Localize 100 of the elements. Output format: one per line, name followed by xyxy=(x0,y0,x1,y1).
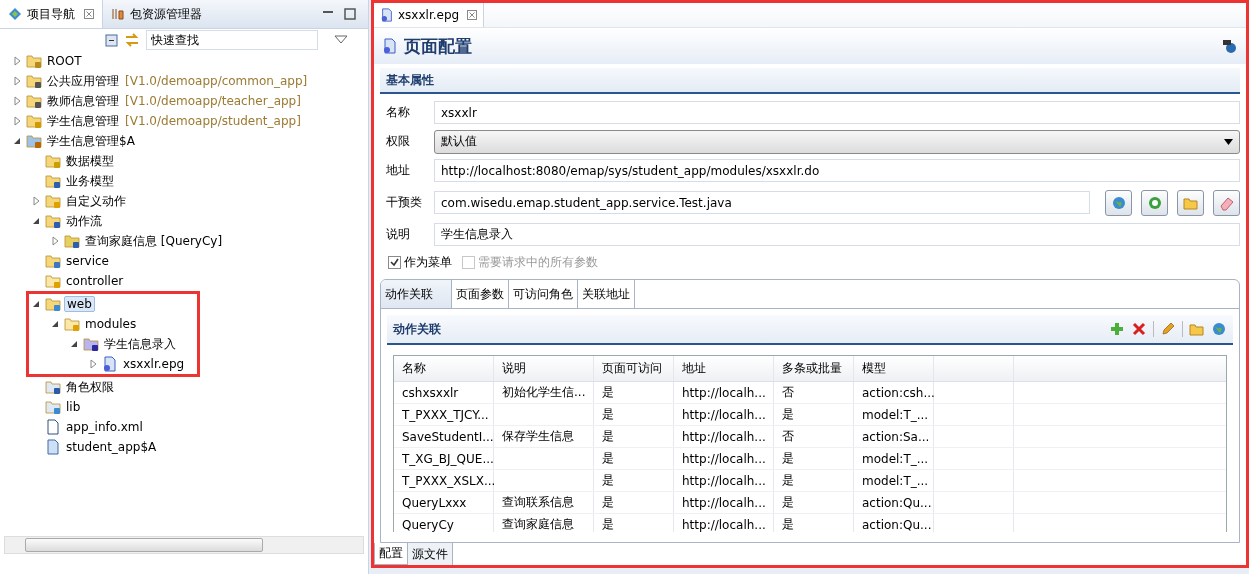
folder-icon xyxy=(45,173,61,189)
tree-item[interactable]: app_info.xml xyxy=(64,419,145,435)
maximize-icon[interactable] xyxy=(344,8,356,20)
table-cell: 是 xyxy=(602,494,614,511)
tab[interactable]: 动作关联 xyxy=(381,280,452,308)
folder-icon xyxy=(45,193,61,209)
close-icon[interactable] xyxy=(84,9,94,19)
refresh-icon xyxy=(1146,194,1163,211)
table-cell: 查询联系信息 xyxy=(502,494,574,511)
page-icon xyxy=(382,37,398,55)
table-cell: 是 xyxy=(602,472,614,489)
project-path: [V1.0/demoapp/teacher_app] xyxy=(125,94,301,108)
table-cell: http://localh... xyxy=(682,407,766,422)
table-cell: action:Sa... xyxy=(862,429,930,444)
table-cell: model:T_... xyxy=(862,407,929,422)
permission-dropdown[interactable]: 默认值 xyxy=(434,129,1240,154)
tree-item[interactable]: 自定义动作 xyxy=(64,191,128,211)
folder-icon xyxy=(45,253,61,269)
folder-icon xyxy=(64,233,80,249)
field-label: 说明 xyxy=(385,226,411,243)
folder-icon xyxy=(26,133,42,149)
input-field[interactable]: 学生信息录入 xyxy=(434,223,1240,246)
table-cell: SaveStudentI... xyxy=(402,429,494,444)
tree-item[interactable]: 学生信息管理$A xyxy=(45,131,137,151)
table-cell: http://localh... xyxy=(682,517,766,532)
table-cell: 是 xyxy=(602,428,614,445)
tree-item[interactable]: 公共应用管理 xyxy=(45,71,121,91)
editor-tab[interactable]: xsxxlr.epg xyxy=(374,3,485,27)
view-menu-icon[interactable] xyxy=(334,35,348,45)
table-cell: 是 xyxy=(602,450,614,467)
eraser-button[interactable] xyxy=(1213,189,1240,216)
column-header[interactable]: 名称 xyxy=(394,356,494,381)
column-header[interactable]: 地址 xyxy=(674,356,774,381)
column-header[interactable]: 说明 xyxy=(494,356,594,381)
add-icon[interactable] xyxy=(1109,321,1125,337)
table-cell: 初始化学生信... xyxy=(502,384,586,401)
tree-item[interactable]: lib xyxy=(64,399,83,415)
table-cell: 是 xyxy=(782,406,794,423)
folder-icon xyxy=(45,273,61,289)
checkbox-label: 作为菜单 xyxy=(404,253,452,271)
tab[interactable]: 配置 xyxy=(374,543,408,565)
folder-icon xyxy=(45,379,61,395)
tree-item[interactable]: 动作流 xyxy=(64,211,104,231)
tree-item[interactable]: 学生信息管理 xyxy=(45,111,121,131)
class-field[interactable]: com.wisedu.emap.student_app.service.Test.java xyxy=(434,191,1090,214)
tree-item[interactable]: service xyxy=(64,253,111,269)
table-cell: http://localh... xyxy=(682,473,766,488)
folder-icon xyxy=(26,113,42,129)
pencil-icon[interactable] xyxy=(1160,321,1176,337)
folder-icon xyxy=(83,336,99,352)
folder-icon xyxy=(45,399,61,415)
globe-button[interactable] xyxy=(1105,189,1132,216)
tree-item[interactable]: xsxxlr.epg xyxy=(121,356,187,372)
tree-item[interactable]: web xyxy=(64,296,95,312)
delete-icon[interactable] xyxy=(1131,321,1147,337)
file-icon xyxy=(45,419,61,435)
tree-item[interactable]: controller xyxy=(64,273,126,289)
collapse-all-icon[interactable] xyxy=(104,33,118,47)
folder-icon xyxy=(45,296,61,312)
folder-icon xyxy=(64,316,80,332)
folder-icon xyxy=(26,53,42,69)
checkbox[interactable] xyxy=(388,255,401,269)
table-cell: T_PXXX_TJCY... xyxy=(402,407,489,422)
tree-item[interactable]: 学生信息录入 xyxy=(102,334,178,354)
column-header[interactable]: 模型 xyxy=(854,356,934,381)
refresh-button[interactable] xyxy=(1141,189,1168,216)
tree-item[interactable]: 业务模型 xyxy=(64,171,116,191)
project-path: [V1.0/demoapp/student_app] xyxy=(125,114,301,128)
folder-icon[interactable] xyxy=(1189,321,1205,337)
tree-item[interactable]: 教师信息管理 xyxy=(45,91,121,111)
tree-item[interactable]: 查询家庭信息 [QueryCy] xyxy=(83,231,225,251)
tree-item[interactable]: 数据模型 xyxy=(64,151,116,171)
field-label: 地址 xyxy=(385,162,411,179)
input-field[interactable]: xsxxlr xyxy=(434,101,1240,124)
file-icon xyxy=(380,8,394,22)
table-cell: http://localh... xyxy=(682,451,766,466)
page-title: 页面配置 xyxy=(404,34,472,58)
close-icon[interactable] xyxy=(467,10,478,20)
view-tab[interactable]: 包资源管理器 xyxy=(103,0,210,28)
table-cell: 是 xyxy=(602,516,614,532)
link-arrows-icon[interactable] xyxy=(124,32,140,48)
table-cell: action:Qu... xyxy=(862,517,932,532)
file-icon xyxy=(45,439,61,455)
column-header[interactable]: 页面可访问 xyxy=(594,356,674,381)
input-field[interactable]: http://localhost:8080/emap/sys/student_app/modules/xsxxlr.do xyxy=(434,159,1240,182)
table-cell: action:csh... xyxy=(862,385,935,400)
search-field[interactable]: 快速查找 xyxy=(146,30,318,50)
table-cell: 是 xyxy=(782,494,794,511)
column-header[interactable]: 多条或批量 xyxy=(774,356,854,381)
table-cell: model:T_... xyxy=(862,451,929,466)
tree-item[interactable]: modules xyxy=(83,316,139,332)
tree-item[interactable]: 角色权限 xyxy=(64,377,116,397)
tab[interactable]: 源文件 xyxy=(408,543,453,565)
view-tab[interactable]: 项目导航 xyxy=(0,0,103,28)
table-cell: 是 xyxy=(602,384,614,401)
folder-button[interactable] xyxy=(1177,189,1204,216)
horizontal-scrollbar[interactable] xyxy=(4,536,364,554)
tree-item[interactable]: student_app$A xyxy=(64,439,159,455)
folder-icon xyxy=(26,93,42,109)
tree-item[interactable]: ROOT xyxy=(45,53,84,69)
